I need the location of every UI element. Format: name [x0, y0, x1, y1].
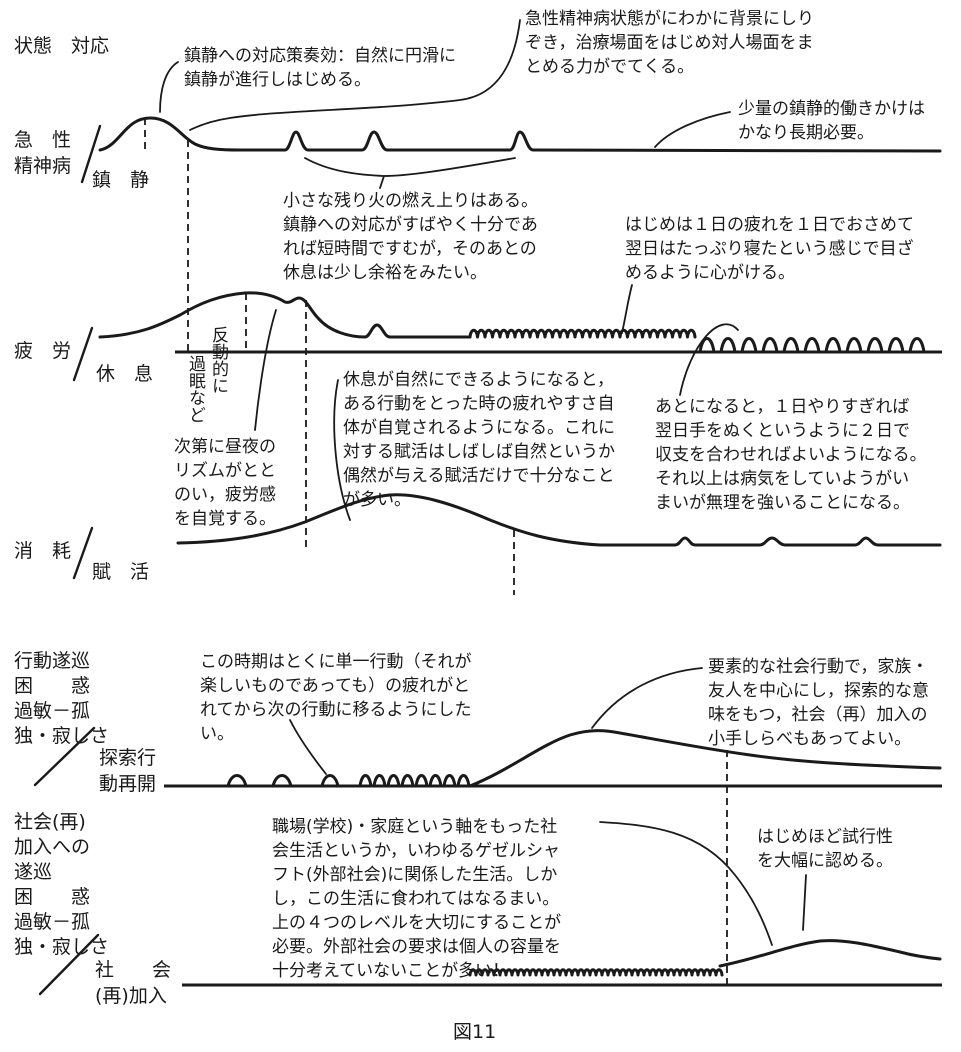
note-gesellschaft-6: 必要。外部社会の要求は個人の容量を [272, 937, 561, 957]
note-single-action-4: い。 [200, 724, 234, 744]
arrow-leader [254, 309, 277, 431]
note-two-day-4: それ以上は病気をしていようがい [655, 469, 909, 489]
note-daily-recovery-2: 翌日はたっぷり寝たという感じで目ざ [625, 238, 914, 259]
note-natural-rest-3: 体が自覚されるようになる。これに [343, 418, 615, 438]
label-exhaustion: 消 耗 [14, 540, 71, 562]
annotation-social-elements: 要素的な社会行動で，家族・ 友人を中心にし，探索的な意 味をもつ，社会（再）加入… [591, 657, 929, 749]
note-embers-3: れば短時間ですむが，そのあとの [283, 239, 537, 259]
note-long-sedation-1: 少量の鎮静的働きかけは [738, 99, 925, 119]
note-psychosis-recedes-2: ぞき，治療場面をはじめ対人場面をま [525, 33, 814, 53]
note-trial-1: はじめほど試行性 [757, 827, 893, 847]
label-behavior-1: 行動遂巡 [14, 650, 90, 672]
note-two-day-3: 収支を合わせればよいようになる。 [655, 445, 927, 465]
social-curve [718, 939, 942, 968]
note-natural-rest-5: 偶然が与える賦活だけで十分なこと [343, 466, 615, 486]
note-social-elements-4: 小手しらべもあってよい。 [708, 729, 911, 749]
note-embers-2: 鎮静への対応がすばやく十分であ [283, 215, 538, 235]
label-social-5: 過敏－孤 [14, 911, 90, 933]
note-embers-4: 休息は少し余裕をみたい。 [283, 263, 487, 283]
label-fatigue: 疲 労 [14, 340, 71, 362]
label-social-2: 加入への [14, 836, 90, 858]
arrow-leader [802, 874, 807, 931]
annotation-daily-recovery: はじめは１日の疲れを１日でおさめて 翌日はたっぷり寝たという感じで目ざ めるよう… [621, 215, 914, 334]
note-gesellschaft-4: し，この生活に食われてはなるまい。 [272, 889, 559, 909]
behavior-bumps [226, 774, 471, 788]
label-explore-1: 探索行 [99, 747, 156, 769]
note-sedation-effective-1: 鎮静への対応策奏効：自然に円滑に [184, 46, 456, 66]
arrow-leader [289, 719, 327, 775]
note-natural-rest-6: が多い。 [343, 490, 411, 510]
note-gesellschaft-2: 会生活というか，いわゆるゲゼルシャ [272, 841, 560, 861]
note-natural-rest-4: 対する賦活はしばしば自然というか [343, 442, 615, 462]
note-rhythm-1: 次第に昼夜の [174, 437, 276, 457]
row-divider-slash [72, 326, 94, 382]
note-psychosis-recedes-1: 急性精神病状態がにわかに背景にしり [525, 9, 814, 29]
note-two-day-1: あとになると，１日やりすぎれば [655, 397, 909, 417]
annotation-gesellschaft: 職場(学校)・家庭という軸をもった社 会生活というか，いわゆるゲゼルシャ フト(… [272, 817, 773, 981]
label-reentry: (再)加入 [95, 985, 167, 1007]
annotation-single-action: この時期はとくに単一行動（それが 楽しいものであっても）の疲れがと れてから次の… [200, 652, 472, 775]
note-two-day-2: 翌日手をぬくというように２日で [655, 421, 910, 441]
brace-embers [304, 157, 516, 177]
label-social-1: 社会(再) [14, 811, 86, 833]
row-divider-slash [72, 526, 94, 580]
note-rhythm-3: のい，疲労感 [174, 485, 276, 505]
label-social-4: 困 惑 [14, 886, 90, 908]
note-social-elements-2: 友人を中心にし，探索的な意 [708, 681, 929, 701]
note-embers-1: 小さな残り火の燃え上りはある。 [283, 191, 538, 211]
note-rebound-1: 反動的に [208, 326, 229, 394]
note-single-action-3: れてから次の行動に移るようにした [200, 700, 472, 720]
label-behavior-2: 困 惑 [14, 675, 90, 697]
label-activation: 賦 活 [92, 561, 149, 583]
note-rhythm-2: リズムがとと [174, 461, 276, 481]
note-social-elements-3: 味をもつ，社会（再）加入の [708, 705, 927, 725]
note-two-day-5: まいが無理を強いることになる。 [655, 493, 910, 513]
note-natural-rest-1: 休息が自然にできるようになると， [343, 370, 614, 390]
annotation-embers: 小さな残り火の燃え上りはある。 鎮静への対応がすばやく十分であ れば短時間ですむ… [283, 157, 538, 283]
note-trial-2: を大幅に認める。 [757, 851, 893, 871]
header-state-response: 状態 対応 [14, 35, 109, 57]
note-daily-recovery-3: めるように心がける。 [625, 263, 795, 283]
note-gesellschaft-5: 上の４つのレベルを大切にすることが [272, 913, 561, 933]
note-natural-rest-2: ある行動をとった時の疲れやすさ自 [343, 394, 615, 414]
note-single-action-2: 楽しいものであっても）の疲れがと [200, 676, 470, 696]
brace-tip [379, 175, 385, 189]
note-rebound-2: 過眠など [185, 355, 206, 423]
note-gesellschaft-7: 十分考えていないことが多い！ [272, 961, 509, 981]
arrow-leader [621, 284, 633, 334]
arrow-leader [159, 61, 179, 113]
label-society: 社 会 [95, 959, 171, 981]
fatigue-curve [98, 291, 472, 339]
label-rest: 休 息 [96, 363, 153, 385]
label-social-3: 遂巡 [14, 861, 52, 883]
label-acute: 急 性 [14, 129, 71, 151]
note-sedation-effective-2: 鎮静が進行しはじめる。 [184, 70, 371, 90]
note-daily-recovery-1: はじめは１日の疲れを１日でおさめて [625, 215, 914, 235]
arrow-leader [654, 111, 731, 148]
label-sedation: 鎮 静 [92, 169, 149, 191]
fatigue-ripples [468, 328, 697, 339]
note-single-action-1: この時期はとくに単一行動（それが [200, 652, 472, 672]
annotation-trial-latitude: はじめほど試行性 を大幅に認める。 [757, 827, 893, 931]
label-behavior-3: 過敏－孤 [14, 700, 90, 722]
note-rhythm-4: を自覚する。 [174, 509, 276, 529]
fatigue-waves [698, 337, 926, 354]
label-psychosis: 精神病 [14, 155, 71, 177]
note-gesellschaft-3: フト(外部社会)に関係した生活。しか [272, 865, 557, 885]
label-explore-2: 動再開 [99, 773, 156, 795]
figure-11-diagram: 状態 対応 急 性 精神病 鎮 静 鎮静への対応策奏効：自然に円滑に 鎮静が進行… [14, 9, 942, 1043]
note-social-elements-1: 要素的な社会行動で，家族・ [708, 657, 928, 677]
arrow-leader [591, 667, 703, 729]
note-psychosis-recedes-3: とめる力がでてくる。 [525, 57, 694, 77]
note-gesellschaft-1: 職場(学校)・家庭という軸をもった社 [272, 817, 557, 837]
annotation-long-sedation: 少量の鎮静的働きかけは かなり長期必要。 [654, 99, 925, 148]
annotation-sedation-effective: 鎮静への対応策奏効：自然に円滑に 鎮静が進行しはじめる。 [159, 46, 456, 113]
note-long-sedation-2: かなり長期必要。 [738, 123, 874, 143]
arrow-leader [599, 821, 773, 946]
figure-caption: 図11 [453, 1021, 496, 1043]
